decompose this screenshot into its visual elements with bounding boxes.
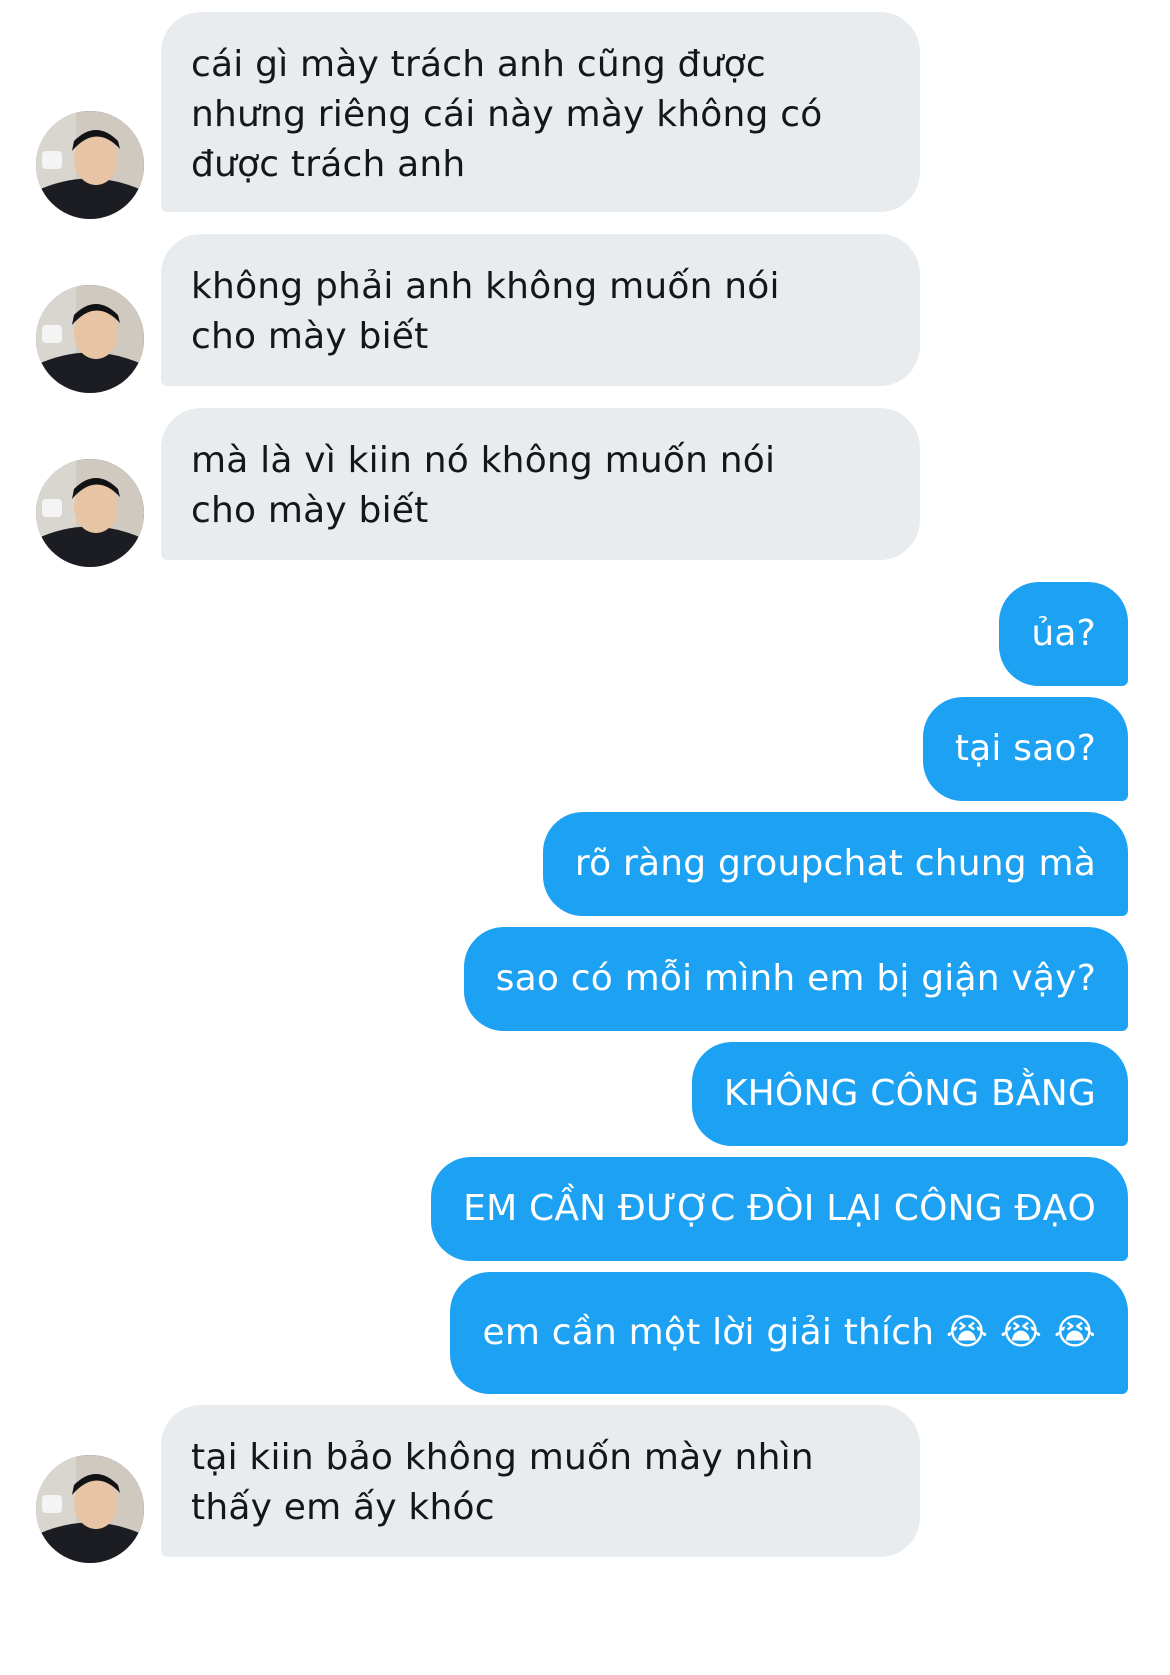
- outgoing-message: ủa?: [999, 582, 1128, 686]
- avatar[interactable]: [36, 111, 144, 219]
- user-avatar-photo-icon: [36, 459, 144, 567]
- outgoing-message: em cần một lời giải thích 😭 😭 😭: [450, 1272, 1128, 1394]
- user-avatar-photo-icon: [36, 111, 144, 219]
- avatar[interactable]: [36, 459, 144, 567]
- outgoing-message: tại sao?: [922, 697, 1128, 801]
- avatar[interactable]: [36, 1455, 144, 1563]
- incoming-message: cái gì mày trách anh cũng được nhưng riê…: [161, 12, 920, 212]
- incoming-message: tại kiin bảo không muốn mày nhìn thấy em…: [161, 1405, 920, 1557]
- avatar[interactable]: [36, 285, 144, 393]
- outgoing-message: rõ ràng groupchat chung mà: [542, 812, 1128, 916]
- user-avatar-photo-icon: [36, 1455, 144, 1563]
- chat-thread: cái gì mày trách anh cũng được nhưng riê…: [0, 0, 1170, 1675]
- outgoing-message: KHÔNG CÔNG BẰNG: [691, 1042, 1128, 1146]
- outgoing-message: EM CẦN ĐƯỢC ĐÒI LẠI CÔNG ĐẠO: [431, 1157, 1128, 1261]
- user-avatar-photo-icon: [36, 285, 144, 393]
- outgoing-message: sao có mỗi mình em bị giận vậy?: [463, 927, 1128, 1031]
- incoming-message: mà là vì kiin nó không muốn nói cho mày …: [161, 408, 920, 560]
- incoming-message: không phải anh không muốn nói cho mày bi…: [161, 234, 920, 386]
